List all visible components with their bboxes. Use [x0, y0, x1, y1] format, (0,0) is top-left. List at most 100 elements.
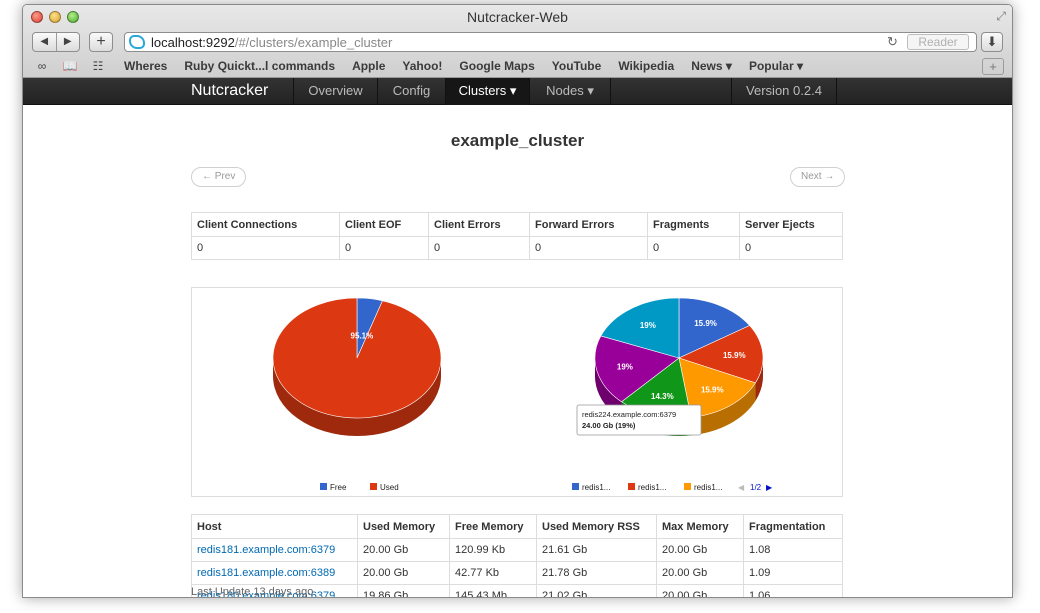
reading-list-icon[interactable]: ∞ — [33, 59, 51, 73]
table-cell: 20.00 Gb — [357, 538, 450, 562]
forward-arrow-icon[interactable]: ▶ — [57, 33, 80, 51]
table-cell: 42.77 Kb — [449, 561, 537, 585]
next-button[interactable]: Next → — [790, 167, 846, 187]
bookmark-item[interactable]: YouTube — [552, 59, 602, 73]
stats-header-cell: Client Connections — [191, 212, 340, 237]
pie-data-label: 15.9% — [694, 319, 717, 328]
legend-label[interactable]: redis1... — [694, 483, 722, 492]
host-link[interactable]: redis181.example.com:6379 — [197, 544, 335, 556]
table-cell: 20.00 Gb — [656, 561, 744, 585]
legend-label[interactable]: redis1... — [638, 483, 666, 492]
table-cell: 21.02 Gb — [536, 584, 657, 597]
bookmark-item[interactable]: Google Maps — [459, 59, 534, 73]
back-arrow-icon[interactable]: ◀ — [33, 33, 57, 51]
bookmark-item[interactable]: Apple — [352, 59, 385, 73]
top-sites-grid-icon[interactable]: ☷ — [89, 59, 107, 73]
bookmark-folder-popular[interactable]: Popular ▾ — [749, 59, 803, 73]
bookmark-item[interactable]: Ruby Quickt...l commands — [184, 59, 335, 73]
pie-slice[interactable] — [272, 297, 442, 419]
legend-prev-page-icon[interactable]: ◀ — [738, 483, 745, 492]
browser-window: Nutcracker-Web ⤢ ◀ ▶ + localhost:9292/#/… — [22, 4, 1013, 598]
page-title: example_cluster — [450, 131, 585, 150]
stats-value-cell: 0 — [339, 236, 429, 260]
legend-label[interactable]: redis1... — [582, 483, 610, 492]
table-cell: 21.61 Gb — [536, 538, 657, 562]
browser-chrome: Nutcracker-Web ⤢ ◀ ▶ + localhost:9292/#/… — [23, 5, 1012, 78]
last-update-text: Last Update 13 days ago — [191, 586, 314, 598]
nav-config[interactable]: Config — [377, 78, 445, 105]
stats-value-cell: 0 — [529, 236, 648, 260]
add-bookmark-button[interactable]: + — [982, 58, 1004, 75]
reload-icon[interactable]: ↻ — [887, 34, 898, 50]
address-bar[interactable]: localhost:9292/#/clusters/example_cluste… — [124, 32, 977, 52]
table-cell: 21.78 Gb — [536, 561, 657, 585]
prev-button[interactable]: ← Prev — [191, 167, 247, 187]
pie-data-label: 15.9% — [701, 386, 724, 395]
host-cell: redis181.example.com:6389 — [191, 561, 358, 585]
table-cell: 1.09 — [743, 561, 843, 585]
hosts-header-cell: Fragmentation — [743, 514, 843, 539]
bookmark-item[interactable]: Wheres — [124, 59, 167, 73]
stats-header-cell: Fragments — [647, 212, 740, 237]
stats-header-cell: Client Errors — [428, 212, 530, 237]
table-cell: 20.00 Gb — [357, 561, 450, 585]
bookmark-item[interactable]: Yahoo! — [402, 59, 442, 73]
reader-button[interactable]: Reader — [907, 34, 969, 50]
table-cell: 1.06 — [743, 584, 843, 597]
hosts-header-cell: Max Memory — [656, 514, 744, 539]
bookmark-folder-news[interactable]: News ▾ — [691, 59, 732, 73]
bookmarks-book-icon[interactable]: 📖 — [61, 59, 79, 73]
stats-value-cell: 0 — [191, 236, 340, 260]
table-cell: 19.86 Gb — [357, 584, 450, 597]
tooltip-host: redis224.example.com:6379 — [582, 410, 676, 419]
url-text[interactable]: localhost:9292/#/clusters/example_cluste… — [151, 35, 392, 50]
nav-overview[interactable]: Overview — [293, 78, 377, 105]
table-cell: 20.00 Gb — [656, 538, 744, 562]
new-tab-button[interactable]: + — [89, 32, 113, 52]
host-link[interactable]: redis181.example.com:6389 — [197, 567, 335, 579]
fullscreen-icon[interactable]: ⤢ — [996, 9, 1006, 24]
cluster-stats-table: Client Connections Client EOF Client Err… — [191, 212, 843, 260]
version-label: Version 0.2.4 — [731, 78, 837, 105]
bookmark-item[interactable]: Wikipedia — [618, 59, 674, 73]
download-icon[interactable]: ⬇ — [981, 32, 1003, 52]
table-cell: 120.99 Kb — [449, 538, 537, 562]
url-path: /#/clusters/example_cluster — [234, 35, 393, 50]
stats-header-row: Client Connections Client EOF Client Err… — [191, 212, 843, 237]
legend-swatch — [684, 483, 691, 490]
pie-data-label: 19% — [640, 321, 656, 330]
stats-value-cell: 0 — [428, 236, 530, 260]
memory-charts-panel: 95.1% Free Used 15.9% 15.9% 15.9% 14.3% 19% 19% r… — [191, 287, 843, 497]
history-buttons: ◀ ▶ — [32, 32, 80, 52]
hosts-header-cell: Used Memory RSS — [536, 514, 657, 539]
page-content: example_cluster ← Prev Next → Client Con… — [23, 105, 1012, 598]
legend-next-page-icon[interactable]: ▶ — [766, 483, 773, 492]
bookmarks-bar: ∞ 📖 ☷ Wheres Ruby Quickt...l commands Ap… — [23, 56, 1012, 76]
hosts-header-row: Host Used Memory Free Memory Used Memory… — [191, 514, 843, 539]
table-cell: 20.00 Gb — [656, 584, 744, 597]
table-cell: 1.08 — [743, 538, 843, 562]
site-favicon-icon — [129, 35, 145, 49]
nav-clusters-dropdown[interactable]: Clusters ▾ — [445, 78, 529, 105]
brand-logo[interactable]: Nutcracker — [191, 82, 268, 100]
legend-swatch — [320, 483, 327, 490]
hosts-header-cell: Used Memory — [357, 514, 450, 539]
tooltip-value: 24.00 Gb (19%) — [582, 421, 636, 430]
memory-pie-charts: 95.1% Free Used 15.9% 15.9% 15.9% 14.3% 19% 19% r… — [272, 297, 773, 492]
nav-nodes-dropdown[interactable]: Nodes ▾ — [529, 78, 611, 105]
legend-page-indicator: 1/2 — [750, 483, 762, 492]
legend-label[interactable]: Free — [330, 483, 347, 492]
table-row: redis181.example.com:6389 20.00 Gb 42.77… — [191, 561, 843, 585]
pie-data-label: 19% — [617, 363, 633, 372]
pie-data-label: 14.3% — [651, 392, 674, 401]
stats-value-cell: 0 — [647, 236, 740, 260]
table-row: redis181.example.com:6379 20.00 Gb 120.9… — [191, 538, 843, 562]
stats-header-cell: Server Ejects — [739, 212, 843, 237]
legend-label[interactable]: Used — [380, 483, 399, 492]
window-title: Nutcracker-Web — [467, 9, 568, 25]
legend-swatch — [370, 483, 377, 490]
legend-swatch — [628, 483, 635, 490]
app-navbar: Nutcracker Overview Config Clusters ▾ No… — [23, 78, 1012, 105]
hosts-header-cell: Free Memory — [449, 514, 537, 539]
legend-swatch — [572, 483, 579, 490]
